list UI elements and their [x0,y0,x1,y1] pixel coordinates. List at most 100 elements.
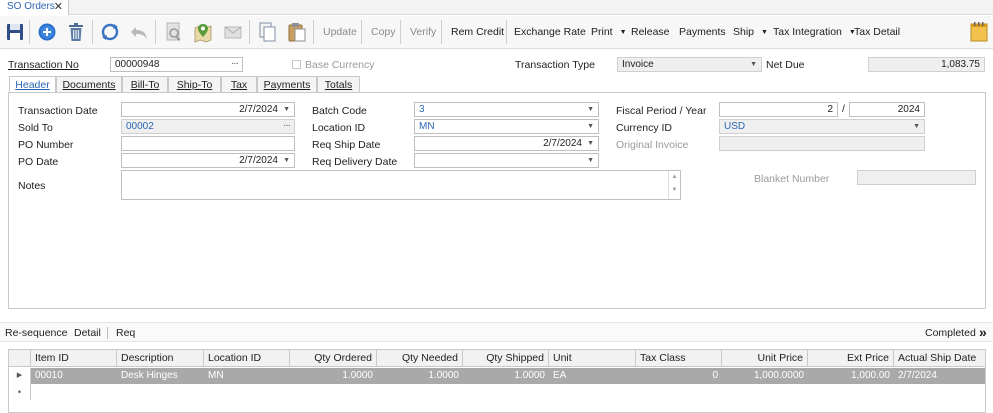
ellipsis-icon[interactable]: ··· [283,120,291,132]
req-ship-date-value: 2/7/2024 [543,138,582,149]
detail-button[interactable]: Detail [74,327,101,339]
tab-bill-to[interactable]: Bill-To [122,76,168,93]
paste-icon[interactable] [286,20,308,44]
chevron-down-icon: ▼ [283,106,290,113]
currency-id-label: Currency ID [616,122,673,134]
column-header-qty-shipped[interactable]: Qty Shipped [463,350,549,367]
fiscal-year-field[interactable]: 2024 [849,102,925,117]
find-icon[interactable] [163,20,185,44]
exchange-rate-button[interactable]: Exchange Rate [514,26,586,38]
undo-icon[interactable] [128,20,150,44]
email-icon[interactable] [222,20,244,44]
save-icon[interactable] [4,20,26,44]
copy-button[interactable]: Copy [371,26,396,38]
sold-to-field[interactable]: 00002 ··· [121,119,295,134]
tab-so-orders[interactable]: SO Orders ✕ [0,0,69,15]
new-row-icon: • [9,384,31,400]
cell-tax-class[interactable]: 0 [636,368,722,384]
column-header-qty-ordered[interactable]: Qty Ordered [290,350,377,367]
notes-scrollbar[interactable]: ▲ ▼ [668,171,680,199]
ship-button[interactable]: Ship ▼ [733,26,768,38]
update-button[interactable]: Update [323,26,357,38]
copy-icon[interactable] [256,20,278,44]
map-icon[interactable] [192,20,214,44]
cell-unit[interactable]: EA [549,368,636,384]
ship-label: Ship [733,26,755,38]
batch-code-label: Batch Code [312,105,367,117]
tax-integration-label: Tax Integration [773,26,842,38]
cell-qty-needed[interactable]: 1.0000 [377,368,463,384]
cell-qty-ordered[interactable]: 1.0000 [290,368,377,384]
cell-item-id[interactable]: 00010 [31,368,117,384]
cell-unit-price[interactable]: 1,000.0000 [722,368,808,384]
base-currency-label: Base Currency [305,59,375,71]
po-number-field[interactable] [121,136,295,151]
delete-icon[interactable] [65,20,87,44]
fiscal-separator: / [842,103,845,115]
tab-totals[interactable]: Totals [317,76,360,93]
tax-detail-button[interactable]: Tax Detail [854,26,900,38]
line-items-grid: Item ID Description Location ID Qty Orde… [8,349,986,413]
batch-code-select[interactable]: 3 ▼ [414,102,599,117]
expand-icon[interactable]: » [979,324,987,340]
resequence-button[interactable]: Re-sequence [5,327,67,339]
po-date-label: PO Date [18,156,59,168]
verify-button[interactable]: Verify [410,26,436,38]
release-button[interactable]: Release [631,26,670,38]
column-header-item-id[interactable]: Item ID [31,350,117,367]
base-currency-checkbox[interactable] [292,60,301,69]
add-icon[interactable] [36,20,58,44]
column-header-description[interactable]: Description [117,350,204,367]
cell-qty-shipped[interactable]: 1.0000 [463,368,549,384]
table-row[interactable]: ▶ 00010 Desk Hinges MN 1.0000 1.0000 1.0… [9,368,985,384]
notepad-icon[interactable] [968,20,990,44]
grid-header: Item ID Description Location ID Qty Orde… [9,350,985,367]
cell-description[interactable]: Desk Hinges [117,368,204,384]
po-date-value: 2/7/2024 [239,155,278,166]
column-header-unit-price[interactable]: Unit Price [722,350,808,367]
fiscal-period-field[interactable]: 2 [719,102,838,117]
original-invoice-label: Original Invoice [616,139,689,151]
payments-button[interactable]: Payments [679,26,726,38]
notes-label: Notes [18,180,46,192]
toolbar-separator [107,327,108,339]
location-id-select[interactable]: MN ▼ [414,119,599,134]
notes-textarea[interactable]: ▲ ▼ [121,170,681,200]
column-header-location-id[interactable]: Location ID [204,350,290,367]
cell-ext-price[interactable]: 1,000.00 [808,368,894,384]
transaction-no-field[interactable]: 00000948 ··· [110,57,243,72]
tab-bill-to-label: Bill-To [130,79,160,91]
tab-tax[interactable]: Tax [221,76,257,93]
chevron-down-icon: ▼ [619,29,627,36]
chevron-down-icon: ▼ [913,123,920,130]
column-header-actual-ship-date[interactable]: Actual Ship Date [894,350,985,367]
cell-actual-ship-date[interactable]: 2/7/2024 [894,368,985,384]
column-header-tax-class[interactable]: Tax Class [636,350,722,367]
tab-title: SO Orders [7,1,55,12]
chevron-down-icon: ▼ [587,157,594,164]
column-header-unit[interactable]: Unit [549,350,636,367]
column-header-qty-needed[interactable]: Qty Needed [377,350,463,367]
tax-integration-button[interactable]: Tax Integration ▼ [773,26,856,38]
po-date-field[interactable]: 2/7/2024 ▼ [121,153,295,168]
req-button[interactable]: Req [116,327,135,339]
transaction-date-field[interactable]: 2/7/2024 ▼ [121,102,295,117]
rem-credit-button[interactable]: Rem Credit [451,26,504,38]
tab-ship-to[interactable]: Ship-To [168,76,221,93]
close-icon[interactable]: ✕ [54,0,63,14]
toolbar-separator [155,20,156,44]
req-delivery-date-field[interactable]: ▼ [414,153,599,168]
tab-documents[interactable]: Documents [56,76,122,93]
column-header-ext-price[interactable]: Ext Price [808,350,894,367]
transaction-type-select[interactable]: Invoice ▼ [617,57,762,72]
tab-payments[interactable]: Payments [257,76,317,93]
ellipsis-icon[interactable]: ··· [231,58,239,70]
toolbar-separator [313,20,314,44]
req-ship-date-field[interactable]: 2/7/2024 ▼ [414,136,599,151]
cell-location-id[interactable]: MN [204,368,290,384]
currency-id-select[interactable]: USD ▼ [719,119,925,134]
refresh-icon[interactable] [99,20,121,44]
transaction-no-label: Transaction No [8,59,79,71]
new-row[interactable]: • [9,384,985,400]
print-button[interactable]: Print ▼ [591,26,627,38]
